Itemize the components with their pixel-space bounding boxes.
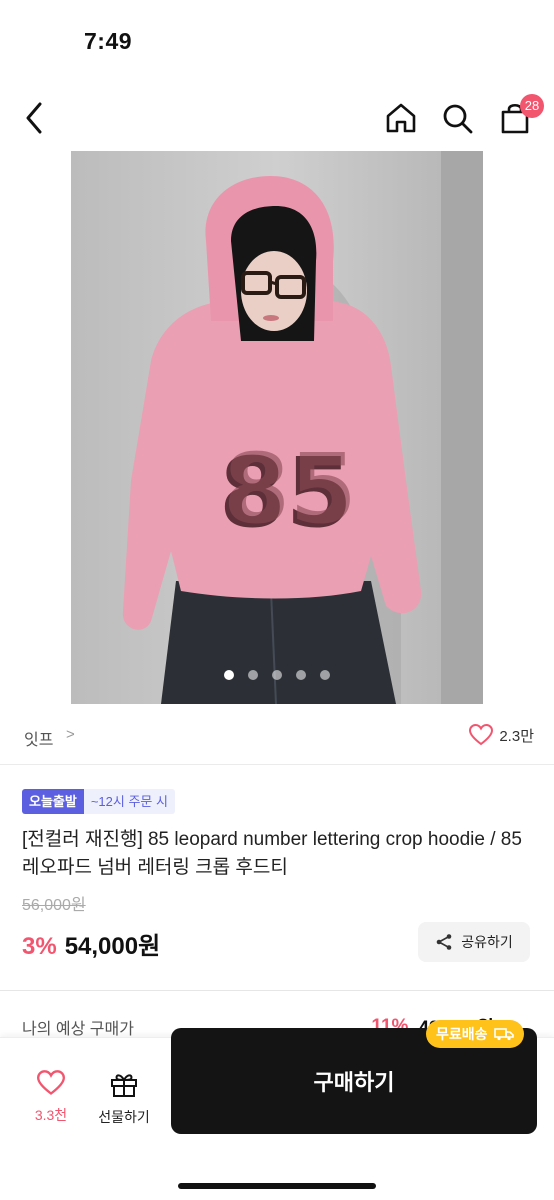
like-count: 2.3만: [499, 727, 534, 745]
divider: [0, 990, 554, 991]
gift-label: 선물하기: [98, 1109, 150, 1125]
chevron-right-icon: >: [66, 726, 75, 743]
delivery-badges: 오늘출발 ~12시 주문 시: [22, 789, 175, 814]
free-shipping-badge: 무료배송: [426, 1020, 524, 1048]
brand-name-link[interactable]: 잇프: [24, 726, 53, 750]
chevron-left-icon: [26, 102, 42, 134]
sale-price: 54,000원: [64, 933, 161, 960]
like-button[interactable]: 2.3만: [469, 724, 534, 746]
pagination-dot[interactable]: [272, 670, 282, 680]
svg-text:85: 85: [223, 433, 357, 545]
heart-icon: [36, 1070, 66, 1095]
original-price: 56,000원: [22, 897, 86, 914]
share-icon: [436, 934, 452, 950]
home-icon: [386, 103, 416, 133]
pagination-dot[interactable]: [248, 670, 258, 680]
free-shipping-label: 무료배송: [436, 1026, 488, 1042]
heart-icon: [469, 724, 494, 746]
home-indicator: [178, 1183, 376, 1189]
pagination-dot[interactable]: [296, 670, 306, 680]
status-bar: 7:49: [0, 0, 554, 80]
top-nav: [0, 88, 554, 148]
product-title: [전컬러 재진행] 85 leopard number lettering cr…: [22, 829, 522, 878]
pagination-dot[interactable]: [224, 670, 234, 680]
home-button[interactable]: [382, 98, 420, 138]
product-photo: 85 85: [71, 151, 483, 704]
wishlist-button[interactable]: 3.3천: [18, 1070, 84, 1140]
brand-row: 잇프 > 2.3만: [0, 716, 554, 756]
price-row: 3% 54,000원: [22, 926, 160, 961]
gift-button[interactable]: 선물하기: [90, 1070, 158, 1140]
product-image[interactable]: 85 85: [71, 151, 483, 704]
image-pagination: [71, 670, 483, 680]
search-button[interactable]: [438, 98, 476, 138]
wishlist-count: 3.3천: [34, 1107, 68, 1123]
cart-count-badge: 28: [520, 94, 544, 118]
share-button[interactable]: 공유하기: [418, 922, 530, 962]
truck-icon: [493, 1028, 514, 1041]
share-label: 공유하기: [461, 934, 513, 950]
today-delivery-badge: 오늘출발: [22, 789, 84, 814]
status-time: 7:49: [84, 28, 133, 54]
gift-icon: [111, 1074, 137, 1097]
search-icon: [443, 104, 473, 134]
discount-rate: 3%: [22, 933, 57, 960]
pagination-dot[interactable]: [320, 670, 330, 680]
estimated-price-label: 나의 예상 구매가: [22, 1021, 134, 1038]
divider: [0, 764, 554, 765]
buy-button[interactable]: 구매하기 무료배송: [171, 1020, 537, 1134]
back-button[interactable]: [18, 98, 52, 138]
order-cutoff-badge: ~12시 주문 시: [83, 789, 175, 814]
